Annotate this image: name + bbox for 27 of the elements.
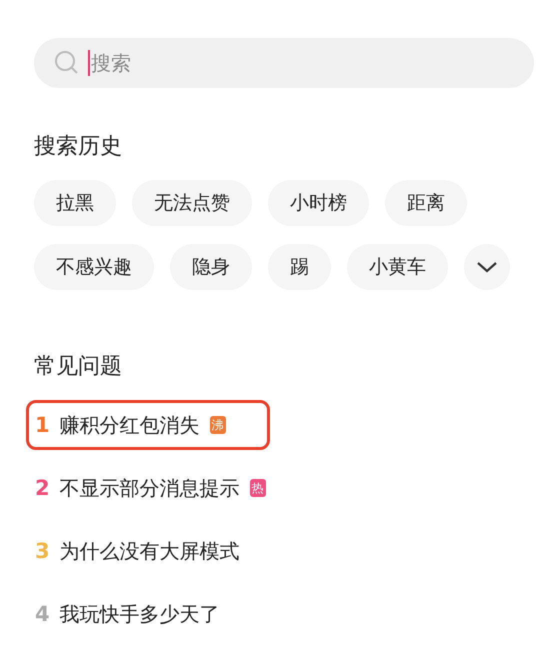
rank-number: 3 [35,539,50,563]
rank-number: 2 [35,476,50,500]
question-row[interactable]: 4 我玩快手多少天了 [26,589,258,639]
history-tag[interactable]: 无法点赞 [132,180,252,226]
expand-button[interactable] [464,244,510,290]
hot-badge: 沸 [210,416,226,434]
question-link[interactable]: 赚积分红包消失 [60,412,200,438]
hot-badge: 热 [250,479,266,497]
question-link[interactable]: 为什么没有大屏模式 [60,538,240,564]
section-title: 常见问题 [34,353,123,381]
history-tag[interactable]: 小时榜 [268,180,369,226]
chevron-icon [476,260,498,274]
history-tag[interactable]: 小黄车 [347,244,448,290]
section-title: 搜索历史 [34,133,123,161]
rank-number: 4 [35,602,50,626]
question-link[interactable]: 不显示部分消息提示 [60,474,240,502]
question-row[interactable]: 3 为什么没有大屏模式 [26,526,258,576]
history-tag[interactable]: 隐身 [170,244,252,290]
history-tag[interactable]: 距离 [385,180,467,226]
search-field[interactable]: 搜索 [34,38,534,88]
rank-number: 1 [35,413,50,437]
history-tag[interactable]: 踢 [268,244,331,290]
history-tag[interactable]: 拉黑 [34,180,116,226]
question-link[interactable]: 我玩快手多少天了 [60,600,220,628]
history-tag[interactable]: 不感兴趣 [34,244,154,290]
question-row[interactable]: 1 赚积分红包消失 沸 [26,400,270,450]
question-row[interactable]: 2 不显示部分消息提示 热 [26,463,277,513]
